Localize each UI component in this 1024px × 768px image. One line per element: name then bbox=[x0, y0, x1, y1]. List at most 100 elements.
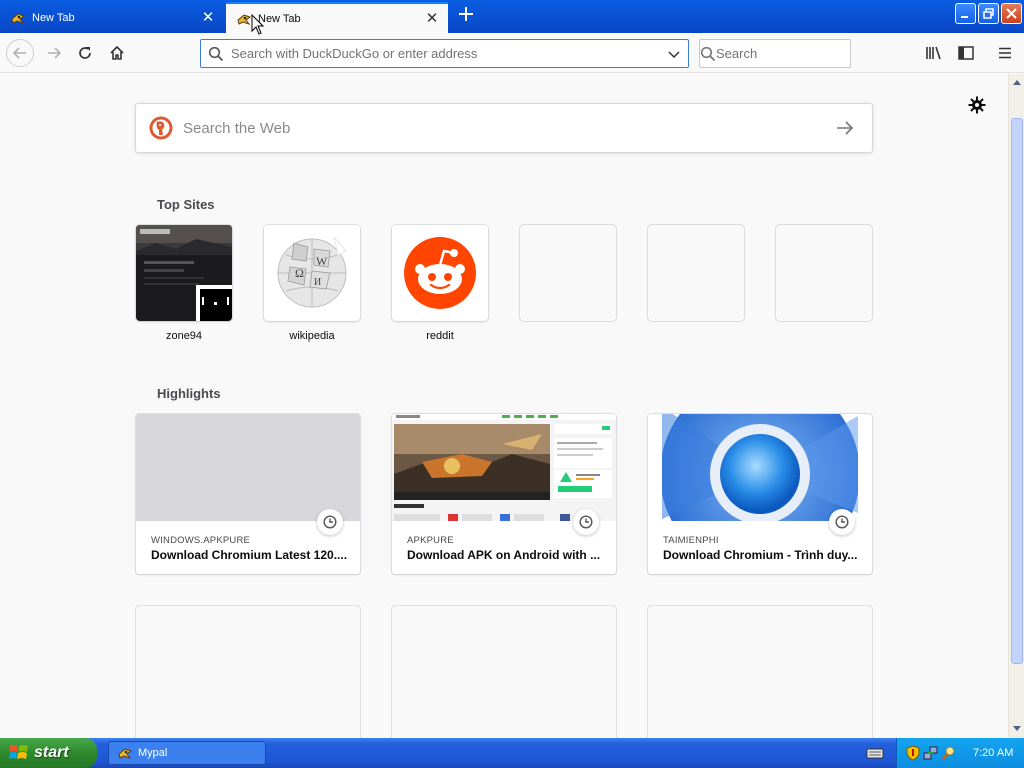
customize-button[interactable] bbox=[966, 94, 988, 116]
gear-icon bbox=[968, 96, 986, 114]
highlight-thumbnail bbox=[648, 414, 872, 521]
windows-logo-icon bbox=[9, 745, 28, 759]
svg-text:Ω: Ω bbox=[295, 266, 304, 280]
back-button[interactable] bbox=[6, 39, 34, 67]
svg-text:W: W bbox=[316, 254, 328, 268]
search-input[interactable] bbox=[716, 46, 892, 61]
navigation-toolbar bbox=[0, 33, 1024, 73]
forward-button[interactable] bbox=[40, 39, 68, 67]
top-site-zone94[interactable]: zone94 bbox=[136, 225, 232, 342]
highlight-card[interactable]: APKPURE Download APK on Android with ... bbox=[392, 414, 616, 574]
empty-highlight-slot bbox=[136, 606, 360, 738]
reload-button[interactable] bbox=[71, 39, 99, 67]
url-input[interactable] bbox=[231, 46, 660, 61]
highlight-host: TAIMIENPHI bbox=[663, 535, 719, 546]
chromium-logo-thumbnail bbox=[648, 414, 872, 521]
duckduckgo-logo-icon bbox=[149, 116, 173, 140]
mypal-favicon-icon bbox=[236, 11, 252, 27]
search-bar[interactable] bbox=[699, 39, 892, 68]
reload-icon bbox=[79, 47, 91, 59]
tab-close-icon[interactable]: ✕ bbox=[200, 9, 216, 26]
restore-button[interactable] bbox=[978, 3, 999, 24]
top-site-empty bbox=[776, 225, 872, 321]
wikipedia-globe-icon: Ω W И bbox=[264, 225, 360, 321]
highlight-title: Download Chromium - Trình duy... bbox=[663, 548, 858, 562]
web-search-input[interactable] bbox=[183, 119, 830, 137]
tab-new-tab-1[interactable]: New Tab ✕ bbox=[0, 2, 224, 33]
top-site-wikipedia[interactable]: Ω W И wikipedia bbox=[264, 225, 360, 342]
taskbar-item-mypal[interactable]: Mypal bbox=[108, 741, 266, 765]
reddit-logo-icon bbox=[392, 225, 488, 321]
top-site-empty bbox=[648, 225, 744, 321]
highlight-thumbnail bbox=[136, 414, 360, 521]
scroll-up-button[interactable] bbox=[1010, 74, 1024, 90]
search-submit-button[interactable] bbox=[830, 120, 860, 136]
scroll-up-arrow-icon bbox=[1013, 80, 1021, 85]
home-icon bbox=[110, 46, 124, 60]
highlight-host: APKPURE bbox=[407, 535, 454, 546]
highlight-host: WINDOWS.APKPURE bbox=[151, 535, 251, 546]
back-arrow-icon bbox=[12, 47, 26, 59]
chevron-down-icon bbox=[668, 50, 680, 58]
top-site-empty bbox=[520, 225, 616, 321]
highlight-card[interactable]: TAIMIENPHI Download Chromium - Trình duy… bbox=[648, 414, 872, 574]
magnifier-tray-icon[interactable] bbox=[941, 745, 957, 761]
sidebar-button[interactable] bbox=[952, 39, 980, 67]
top-site-tile[interactable]: Ω W И bbox=[264, 225, 360, 321]
window-close-button[interactable] bbox=[1001, 3, 1022, 24]
svg-text:И: И bbox=[314, 277, 321, 288]
library-button[interactable] bbox=[920, 39, 948, 67]
forward-arrow-icon bbox=[48, 47, 62, 59]
tab-title: New Tab bbox=[32, 11, 75, 24]
minimize-button[interactable] bbox=[955, 3, 976, 24]
hamburger-menu-icon bbox=[999, 47, 1011, 59]
empty-top-site-slot bbox=[776, 225, 872, 321]
highlight-title: Download Chromium Latest 120.... bbox=[151, 548, 348, 562]
top-site-reddit[interactable]: reddit bbox=[392, 225, 488, 342]
scroll-down-button[interactable] bbox=[1010, 721, 1024, 737]
scrollbar-thumb[interactable] bbox=[1011, 118, 1023, 664]
highlight-thumbnail bbox=[392, 414, 616, 521]
search-icon bbox=[201, 46, 231, 62]
url-bar[interactable] bbox=[200, 39, 689, 68]
menu-button[interactable] bbox=[991, 39, 1019, 67]
library-icon bbox=[926, 46, 941, 60]
empty-highlight-slot bbox=[648, 606, 872, 738]
search-icon bbox=[700, 46, 716, 62]
empty-top-site-slot bbox=[520, 225, 616, 321]
tab-strip: New Tab ✕ New Tab ✕ bbox=[0, 0, 1024, 33]
tab-close-icon[interactable]: ✕ bbox=[424, 10, 440, 27]
new-tab-button[interactable] bbox=[454, 4, 478, 28]
clock-icon bbox=[829, 509, 855, 535]
maximize-icon bbox=[983, 8, 994, 19]
windows-taskbar: start Mypal 7:20 AM bbox=[0, 738, 1024, 768]
highlights-heading: Highlights bbox=[157, 386, 221, 401]
top-site-label: reddit bbox=[426, 330, 454, 342]
top-site-tile[interactable] bbox=[136, 225, 232, 321]
security-shield-icon[interactable] bbox=[905, 745, 921, 761]
home-button[interactable] bbox=[103, 39, 131, 67]
minimize-icon bbox=[961, 16, 968, 18]
clock-icon bbox=[317, 509, 343, 535]
system-tray: 7:20 AM bbox=[896, 738, 1024, 768]
url-dropdown-button[interactable] bbox=[660, 48, 688, 60]
top-site-tile[interactable] bbox=[392, 225, 488, 321]
start-label: start bbox=[34, 744, 69, 761]
taskbar-clock[interactable]: 7:20 AM bbox=[973, 747, 1013, 759]
top-site-label: wikipedia bbox=[289, 330, 335, 342]
arrow-right-icon bbox=[837, 121, 854, 135]
top-sites-heading: Top Sites bbox=[157, 197, 215, 212]
clock-icon bbox=[573, 509, 599, 535]
web-search-box[interactable] bbox=[135, 103, 873, 153]
network-icon[interactable] bbox=[923, 745, 939, 761]
start-button[interactable]: start bbox=[0, 738, 97, 768]
highlight-title: Download APK on Android with ... bbox=[407, 548, 601, 562]
new-tab-page: Top Sites bbox=[0, 74, 1008, 738]
keyboard-icon[interactable] bbox=[866, 744, 884, 762]
mypal-favicon-icon bbox=[118, 748, 133, 759]
top-site-label: zone94 bbox=[165, 330, 203, 342]
mouse-pointer-icon bbox=[251, 14, 265, 35]
close-icon bbox=[1006, 8, 1017, 19]
highlight-card[interactable]: WINDOWS.APKPURE Download Chromium Latest… bbox=[136, 414, 360, 574]
vertical-scrollbar[interactable] bbox=[1008, 74, 1024, 738]
